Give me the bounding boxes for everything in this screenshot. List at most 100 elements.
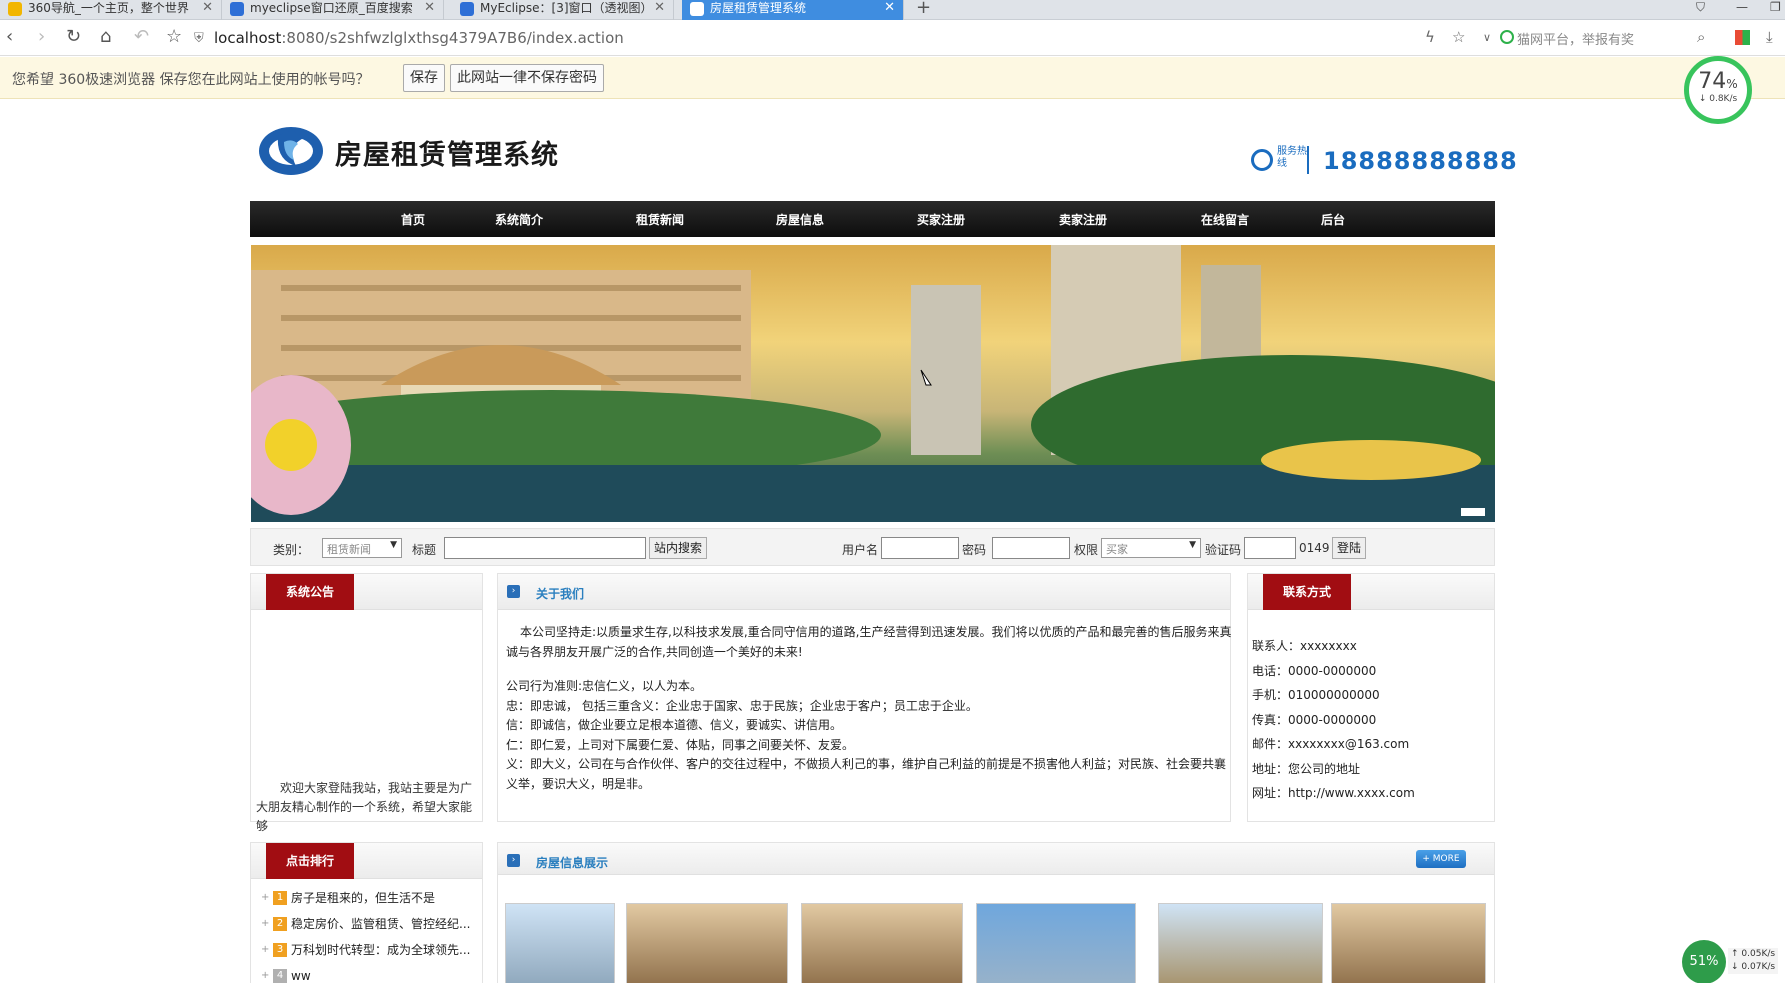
close-icon[interactable]: ✕: [202, 0, 213, 16]
network-rates: ↑ 0.05K/s ↓ 0.07K/s: [1728, 948, 1779, 974]
close-icon[interactable]: ✕: [424, 0, 435, 16]
rank-number: 2: [273, 917, 287, 931]
house-thumbnail[interactable]: [626, 903, 788, 983]
captcha-code: 0149: [1299, 541, 1330, 555]
nav-online-message[interactable]: 在线留言: [1201, 211, 1249, 228]
nav-buyer-register[interactable]: 买家注册: [917, 211, 965, 228]
category-select[interactable]: 租赁新闻 ▼: [322, 538, 402, 558]
house-thumbnail[interactable]: [1158, 903, 1323, 983]
forward-icon[interactable]: ›: [38, 27, 45, 47]
plus-icon[interactable]: +: [916, 0, 931, 18]
browser-tab[interactable]: myeclipse窗口还原_百度搜索 ✕: [222, 0, 444, 20]
hotline-label: 服务热线: [1277, 146, 1307, 169]
infobar-message: 您希望 360极速浏览器 保存您在此网站上使用的帐号吗？: [12, 72, 370, 88]
star-icon[interactable]: ☆: [166, 27, 182, 47]
download-rate: ↓ 0.07K/s: [1731, 962, 1776, 972]
about-line: 信：即诚信，做企业要立足根本道德、信义，要诚实、讲信用。: [506, 718, 843, 732]
lightning-icon[interactable]: ϟ: [1425, 28, 1435, 46]
contact-fax: 传真：0000-0000000: [1252, 712, 1377, 727]
title-label: 标题: [412, 543, 437, 557]
rank-title[interactable]: ww: [291, 969, 311, 983]
houses-panel-title[interactable]: 房屋信息展示: [536, 854, 608, 871]
undo-close-icon[interactable]: ↶: [134, 27, 149, 47]
list-item[interactable]: + 1 房子是租来的，但生活不是: [261, 885, 481, 911]
never-save-password-button[interactable]: 此网站一律不保存密码: [450, 64, 604, 92]
network-speed-widget[interactable]: 51%: [1682, 940, 1726, 983]
house-thumbnail[interactable]: [801, 903, 963, 983]
house-thumbnail[interactable]: [505, 903, 615, 983]
tab-title: 房屋租赁管理系统: [710, 1, 807, 15]
download-icon[interactable]: ⤓: [1766, 28, 1773, 46]
back-icon[interactable]: ‹: [6, 27, 13, 47]
contact-email: 邮件：xxxxxxxx@163.com: [1252, 737, 1410, 751]
about-line: 公司行为准则:忠信仁义，以人为本。: [506, 679, 703, 693]
contact-panel: 联系方式 联系人：xxxxxxxx 电话：0000-0000000 手机：010…: [1247, 573, 1495, 822]
rank-number: 4: [273, 969, 287, 983]
role-label: 权限: [1074, 543, 1099, 557]
title-search-input[interactable]: [444, 537, 646, 559]
nav-system-intro[interactable]: 系统简介: [495, 211, 543, 228]
promo-icon: [1500, 30, 1514, 44]
arrow-right-icon: ›: [507, 854, 520, 867]
save-password-button[interactable]: 保存: [403, 64, 445, 92]
about-panel: › 关于我们 本公司坚持走:以质量求生存,以科技求发展,重合同守信用的道路,生产…: [497, 573, 1232, 822]
browser-toolbar: ‹ › ↻ ⌂ ↶ ☆ ⛨ localhost:8080/s2shfwzlglx…: [0, 20, 1785, 56]
close-icon[interactable]: ✕: [654, 0, 665, 16]
home-icon[interactable]: ⌂: [100, 27, 111, 47]
list-item[interactable]: + 4 ww: [261, 963, 481, 983]
memory-usage-widget[interactable]: 74% ↓ 0.8K/s: [1684, 56, 1752, 124]
close-icon[interactable]: ✕: [884, 0, 895, 16]
browser-tab[interactable]: MyEclipse：[3]窗口（透视图） ✕: [452, 0, 674, 20]
baidu-paw-icon: [460, 2, 474, 16]
captcha-input[interactable]: [1244, 537, 1296, 559]
360-favicon-icon: [8, 2, 22, 16]
url-host: localhost: [214, 29, 282, 47]
rank-title[interactable]: 稳定房价、监管租赁、管控经纪...: [291, 917, 470, 931]
dropdown-arrow-icon: ▼: [390, 540, 397, 550]
more-button[interactable]: + MORE: [1416, 850, 1466, 868]
tab-title: 360导航_一个主页，整个世界: [28, 1, 189, 15]
contact-address: 地址：您公司的地址: [1252, 761, 1361, 776]
username-input[interactable]: [881, 537, 959, 559]
house-thumbnail[interactable]: [976, 903, 1136, 983]
usage-percent: 74: [1698, 69, 1727, 94]
role-select[interactable]: 买家 ▼: [1101, 538, 1201, 558]
list-item[interactable]: + 3 万科划时代转型：成为全球领先...: [261, 937, 481, 963]
tab-title: MyEclipse：[3]窗口（透视图）: [480, 1, 653, 15]
about-line: 义：即大义，公司在与合作伙伴、客户的交往过程中，不做损人利己的事，维护自己利益的…: [506, 757, 1227, 791]
minimize-icon[interactable]: —: [1736, 0, 1748, 14]
address-bar[interactable]: localhost:8080/s2shfwzlglxthsg4379A7B6/i…: [214, 29, 624, 47]
house-thumbnail[interactable]: [1331, 903, 1486, 983]
nav-rental-news[interactable]: 租赁新闻: [636, 211, 684, 228]
nav-admin[interactable]: 后台: [1321, 211, 1345, 228]
site-search-button[interactable]: 站内搜索: [649, 537, 708, 559]
password-input[interactable]: [992, 537, 1070, 559]
rank-title[interactable]: 万科划时代转型：成为全球领先...: [291, 943, 470, 957]
restore-icon[interactable]: ❐: [1770, 0, 1781, 14]
promo-text[interactable]: 猫网平台，举报有奖: [1517, 29, 1634, 48]
apps-grid-icon[interactable]: [1735, 30, 1750, 45]
nav-home[interactable]: 首页: [401, 211, 425, 228]
search-icon[interactable]: ⌕: [1697, 28, 1705, 46]
about-panel-title[interactable]: 关于我们: [536, 585, 584, 602]
rank-title[interactable]: 房子是租来的，但生活不是: [291, 891, 435, 905]
bookmark-star-icon[interactable]: ☆: [1452, 28, 1465, 46]
reload-icon[interactable]: ↻: [66, 27, 81, 47]
rank-number: 1: [273, 891, 287, 905]
username-label: 用户名: [842, 543, 879, 557]
chevron-down-icon[interactable]: ∨: [1483, 31, 1491, 44]
security-shield-icon[interactable]: ⛨: [194, 29, 204, 49]
notice-text: 欢迎大家登陆我站，我站主要是为广大朋友精心制作的一个系统，希望大家能够: [256, 781, 473, 833]
skin-shirt-icon[interactable]: ⛉: [1696, 0, 1705, 15]
slide-indicator[interactable]: [1461, 508, 1485, 516]
password-label: 密码: [962, 543, 987, 557]
nav-seller-register[interactable]: 卖家注册: [1059, 211, 1107, 228]
nav-house-info[interactable]: 房屋信息: [776, 211, 824, 228]
browser-tab[interactable]: 360导航_一个主页，整个世界 ✕: [0, 0, 222, 20]
login-button[interactable]: 登陆: [1332, 537, 1367, 559]
list-item[interactable]: + 2 稳定房价、监管租赁、管控经纪...: [261, 911, 481, 937]
dropdown-arrow-icon: ▼: [1189, 540, 1196, 550]
url-path: :8080/s2shfwzlglxthsg4379A7B6/index.acti…: [281, 29, 624, 47]
browser-tab-active[interactable]: 房屋租赁管理系统 ✕: [682, 0, 904, 20]
arrow-right-icon: ›: [507, 585, 520, 598]
